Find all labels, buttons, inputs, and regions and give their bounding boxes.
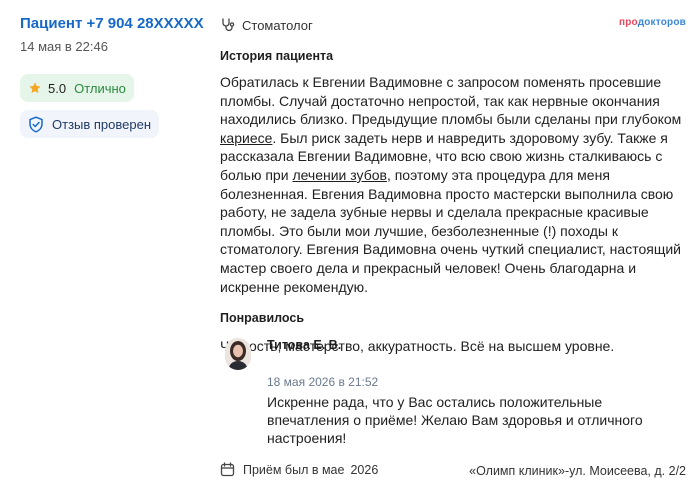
- dental-treatment-link[interactable]: лечении зубов: [292, 167, 387, 183]
- rating-text: Отлично: [74, 80, 126, 96]
- shield-check-icon: [29, 115, 43, 133]
- review-author-panel: Пациент +7 904 28XXXXX 14 мая в 22:46 5.…: [20, 14, 210, 138]
- doctor-name[interactable]: Титова Е. В.: [267, 338, 341, 352]
- visit-year: 2026: [350, 462, 379, 477]
- doctor-avatar: [225, 338, 251, 370]
- star-icon: [29, 82, 41, 94]
- verified-text: Отзыв проверен: [52, 116, 152, 132]
- history-title: История пациента: [220, 49, 334, 63]
- caries-link[interactable]: кариесе: [220, 130, 272, 146]
- reply-text: Искренне рада, что у Вас остались положи…: [267, 394, 643, 446]
- review-footer: Приём был в мае 2026 «Олимп клиник»-ул. М…: [220, 462, 690, 480]
- visit-label: Приём был в мае: [243, 462, 345, 477]
- stethoscope-icon: [222, 18, 235, 32]
- reply-date: 18 мая 2026 в 21:52: [267, 375, 379, 389]
- liked-title: Понравилось: [220, 311, 305, 326]
- clinic-link[interactable]: «Олимп клиник»-ул. Моисеева, д. 2/2: [469, 464, 686, 478]
- verified-badge: Отзыв проверен: [20, 110, 160, 138]
- patient-name-link[interactable]: Пациент +7 904 28XXXXX: [20, 14, 210, 34]
- review-body: Стоматолог История пациента Обратилась к…: [220, 14, 690, 356]
- review-date: 14 мая в 22:46: [20, 39, 108, 54]
- visit-info: Приём был в мае 2026: [220, 462, 378, 477]
- specialty-row: Стоматолог: [220, 14, 690, 36]
- calendar-icon: [220, 462, 235, 477]
- rating-value: 5.0: [48, 80, 67, 96]
- rating-badge: 5.0 Отлично: [20, 74, 134, 102]
- specialty-label: Стоматолог: [242, 17, 313, 33]
- history-text: Обратилась к Евгении Вадимовне с запросо…: [220, 74, 682, 295]
